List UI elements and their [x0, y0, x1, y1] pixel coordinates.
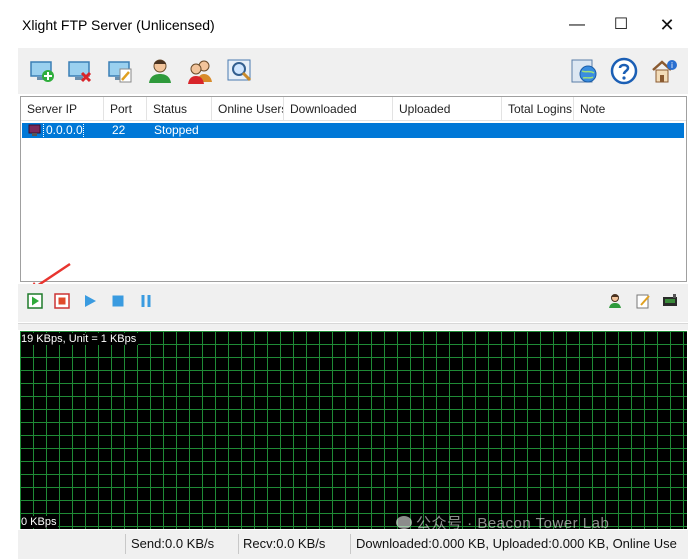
add-server-icon — [30, 61, 54, 82]
status-cell: Stopped — [154, 123, 199, 137]
svg-text:i: i — [671, 61, 673, 70]
global-settings-icon — [571, 59, 597, 83]
close-button[interactable]: ✕ — [652, 10, 682, 40]
control-bar — [18, 284, 688, 322]
window-title: Xlight FTP Server (Unlicensed) — [22, 17, 215, 33]
server-icon — [28, 124, 41, 136]
search-icon — [227, 59, 252, 82]
play-button[interactable] — [81, 292, 99, 310]
send-rate: Send:0.0 KB/s — [127, 534, 239, 554]
user-settings-icon — [609, 294, 621, 308]
column-header[interactable]: Port — [104, 97, 147, 121]
user-icon — [149, 59, 171, 83]
table-header: Server IP Port Status Online Users Downl… — [21, 97, 686, 121]
about-button[interactable]: i — [648, 55, 680, 87]
toolbar: i — [18, 48, 688, 94]
status-blank — [18, 534, 126, 554]
column-header[interactable]: Note — [574, 97, 684, 121]
pause-icon — [141, 295, 151, 307]
wechat-icon — [396, 516, 412, 529]
about-icon: i — [652, 60, 677, 83]
edit-notes-icon — [636, 294, 650, 309]
column-header[interactable]: Downloaded — [284, 97, 393, 121]
global-settings-button[interactable] — [568, 55, 600, 87]
play-icon — [85, 295, 96, 307]
traffic-graph: 19 KBps, Unit = 1 KBps 0 KBps — [20, 331, 687, 529]
column-header[interactable]: Total Logins — [502, 97, 574, 121]
server-ip-cell: 0.0.0.0 — [43, 122, 84, 139]
users-group-icon — [188, 60, 212, 84]
stop-server-icon — [54, 293, 70, 309]
log-button[interactable] — [661, 292, 679, 310]
graph-scale-label: 19 KBps, Unit = 1 KBps — [21, 333, 139, 345]
delete-server-button[interactable] — [64, 55, 96, 87]
stop-icon — [112, 295, 124, 307]
port-cell: 22 — [112, 123, 126, 137]
stop-server-button[interactable] — [53, 292, 71, 310]
table-row[interactable]: 0.0.0.0 22 Stopped — [22, 122, 684, 139]
delete-server-icon — [68, 61, 92, 83]
column-header[interactable]: Online Users — [212, 97, 284, 121]
stop-button[interactable] — [109, 292, 127, 310]
help-icon — [610, 57, 638, 85]
pause-button[interactable] — [137, 292, 155, 310]
status-bar: Send:0.0 KB/s Recv:0.0 KB/s Downloaded:0… — [18, 530, 688, 559]
log-icon — [663, 294, 677, 306]
users-group-button[interactable] — [184, 55, 216, 87]
column-header[interactable]: Server IP — [21, 97, 104, 121]
minimize-button[interactable]: — — [562, 10, 592, 40]
edit-notes-button[interactable] — [634, 292, 652, 310]
column-header[interactable]: Uploaded — [393, 97, 502, 121]
add-server-button[interactable] — [26, 55, 58, 87]
search-button[interactable] — [224, 55, 256, 87]
user-button[interactable] — [144, 55, 176, 87]
start-server-icon — [27, 293, 43, 309]
start-server-button[interactable] — [26, 292, 44, 310]
edit-server-button[interactable] — [104, 55, 136, 87]
recv-rate: Recv:0.0 KB/s — [239, 534, 351, 554]
help-button[interactable] — [608, 55, 640, 87]
totals-status: Downloaded:0.000 KB, Uploaded:0.000 KB, … — [356, 536, 677, 551]
column-header[interactable]: Status — [147, 97, 212, 121]
title-bar: Xlight FTP Server (Unlicensed) — ☐ ✕ — [0, 0, 698, 48]
edit-server-icon — [108, 61, 132, 83]
maximize-button[interactable]: ☐ — [606, 10, 636, 40]
graph-zero-label: 0 KBps — [21, 516, 59, 528]
server-table[interactable]: Server IP Port Status Online Users Downl… — [20, 96, 687, 282]
user-settings-button[interactable] — [606, 292, 624, 310]
divider — [18, 323, 688, 330]
